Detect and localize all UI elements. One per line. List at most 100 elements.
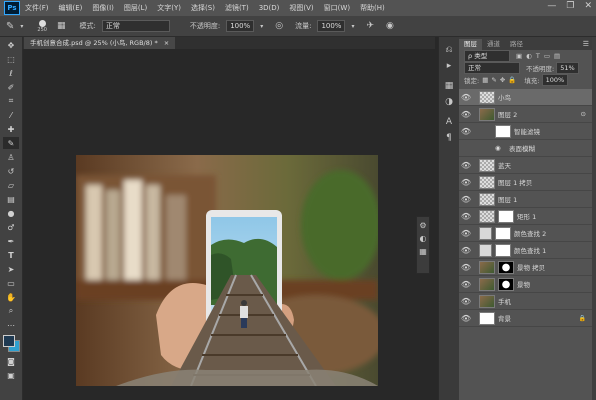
minimize-button[interactable]: — <box>547 1 556 11</box>
menu-image[interactable]: 图像(I) <box>92 3 114 13</box>
flow-input[interactable]: 100% <box>317 20 346 32</box>
visibility-eye-icon[interactable]: 👁 <box>459 212 473 221</box>
visibility-eye-icon[interactable]: 👁 <box>459 229 473 238</box>
pressure-opacity-icon[interactable]: ◎ <box>275 21 283 31</box>
tab-channels[interactable]: 通道 <box>482 39 505 50</box>
layer-name[interactable]: 图层 1 <box>498 194 517 204</box>
paragraph-icon[interactable]: ¶ <box>439 133 459 143</box>
foreground-color-swatch[interactable] <box>3 335 15 347</box>
gradient-tool-icon[interactable]: ▤ <box>3 193 19 205</box>
menu-window[interactable]: 窗口(W) <box>324 3 350 13</box>
brush-tool-icon[interactable]: ✎ <box>6 21 14 32</box>
libraries-icon[interactable]: ▦ <box>417 247 429 256</box>
menu-layer[interactable]: 图层(L) <box>124 3 147 13</box>
filter-shape-icon[interactable]: ▭ <box>544 52 550 60</box>
hand-tool-icon[interactable]: ✋ <box>3 291 19 303</box>
lock-pixels-icon[interactable]: ▦ <box>482 76 488 84</box>
menu-filter[interactable]: 滤镜(T) <box>225 3 249 13</box>
flow-dropdown-icon[interactable]: ▾ <box>351 23 354 30</box>
color-icon[interactable]: ◑ <box>439 97 459 107</box>
layer-row[interactable]: 👁 颜色查找 1 <box>459 242 596 259</box>
clone-stamp-tool-icon[interactable]: ♙ <box>3 151 19 163</box>
visibility-eye-icon[interactable]: 👁 <box>459 263 473 272</box>
layer-name[interactable]: 表面模糊 <box>509 143 535 153</box>
canvas-image[interactable] <box>76 155 378 386</box>
layer-row[interactable]: 👁 小鸟 <box>459 89 596 106</box>
layer-row[interactable]: 👁 背景 🔒 <box>459 310 596 327</box>
properties-icon[interactable]: ⚙ <box>417 221 429 230</box>
layer-thumbnail[interactable] <box>479 226 492 240</box>
layers-scrollbar[interactable] <box>592 37 596 400</box>
marquee-tool-icon[interactable]: ⬚ <box>3 53 19 65</box>
layer-thumbnail[interactable] <box>479 209 495 223</box>
visibility-eye-icon[interactable]: 👁 <box>459 297 473 306</box>
menu-type[interactable]: 文字(Y) <box>157 3 181 13</box>
filter-adjust-icon[interactable]: ◐ <box>526 52 532 60</box>
layer-thumbnail[interactable] <box>495 124 511 138</box>
history-icon[interactable]: ⎌ <box>439 45 459 55</box>
eyedropper-tool-icon[interactable]: ⁄ <box>3 109 19 121</box>
panel-menu-icon[interactable]: ☰ <box>583 40 589 48</box>
layer-name[interactable]: 蓝天 <box>498 160 511 170</box>
adjustments-icon[interactable]: ◐ <box>417 234 429 243</box>
filter-pixel-icon[interactable]: ▣ <box>516 52 522 60</box>
menu-edit[interactable]: 编辑(E) <box>59 3 83 13</box>
screen-mode-icon[interactable]: ▣ <box>3 369 19 381</box>
menu-view[interactable]: 视图(V) <box>289 3 313 13</box>
zoom-tool-icon[interactable]: ⌕ <box>3 305 19 317</box>
document-close-button[interactable]: × <box>164 39 169 47</box>
layer-thumbnail[interactable] <box>479 107 495 121</box>
layer-name[interactable]: 图层 2 <box>498 109 517 119</box>
menu-file[interactable]: 文件(F) <box>25 3 49 13</box>
lock-all-icon[interactable]: 🔒 <box>508 76 516 84</box>
visibility-eye-icon[interactable]: 👁 <box>459 178 473 187</box>
color-swatches[interactable] <box>2 334 20 352</box>
visibility-eye-icon[interactable]: 👁 <box>459 246 473 255</box>
blend-mode-select[interactable]: 正常 <box>464 62 520 74</box>
layer-name[interactable]: 矩形 1 <box>517 211 536 221</box>
layer-mask-thumbnail[interactable] <box>498 277 514 291</box>
shape-tool-icon[interactable]: ▭ <box>3 277 19 289</box>
move-tool-icon[interactable]: ✥ <box>3 39 19 51</box>
lock-move-icon[interactable]: ✥ <box>500 76 505 84</box>
layer-name[interactable]: 颜色查找 1 <box>514 245 546 255</box>
actions-icon[interactable]: ▸ <box>439 61 459 71</box>
visibility-eye-icon[interactable]: 👁 <box>459 280 473 289</box>
layer-thumbnail[interactable] <box>479 90 495 104</box>
layer-thumbnail[interactable] <box>479 260 495 274</box>
layer-row[interactable]: 👁 手机 <box>459 293 596 310</box>
layer-thumbnail[interactable] <box>479 294 495 308</box>
layer-row[interactable]: 👁 颜色查找 2 <box>459 225 596 242</box>
visibility-eye-icon[interactable]: 👁 <box>459 110 473 119</box>
layer-row[interactable]: 👁 图层 2 ⊙ <box>459 106 596 123</box>
filter-smart-icon[interactable]: ▤ <box>554 52 560 60</box>
brush-tool-icon[interactable]: ✎ <box>3 137 19 149</box>
layer-thumbnail[interactable] <box>479 192 495 206</box>
layer-thumbnail[interactable] <box>479 311 495 325</box>
layer-row[interactable]: 👁 景物 拷贝 <box>459 259 596 276</box>
layer-row[interactable]: 👁 矩形 1 <box>459 208 596 225</box>
visibility-eye-icon[interactable]: 👁 <box>459 314 473 323</box>
brush-preset-picker[interactable]: 250 <box>37 19 47 33</box>
pressure-size-icon[interactable]: ◉ <box>386 21 394 31</box>
layer-name[interactable]: 智能滤镜 <box>514 126 540 136</box>
quick-mask-icon[interactable]: ◙ <box>3 355 19 367</box>
layer-row[interactable]: 👁 蓝天 <box>459 157 596 174</box>
layer-name[interactable]: 图层 1 拷贝 <box>498 177 532 187</box>
visibility-eye-icon[interactable]: 👁 <box>459 127 473 136</box>
opacity-dropdown-icon[interactable]: ▾ <box>260 23 263 30</box>
airbrush-icon[interactable]: ✈ <box>366 21 374 31</box>
layer-name[interactable]: 颜色查找 2 <box>514 228 546 238</box>
layer-mask-thumbnail[interactable] <box>495 226 511 240</box>
document-tab[interactable]: 手机创意合成.psd @ 25% (小鸟, RGB/8) * × <box>24 37 176 49</box>
filter-type-icon[interactable]: T <box>536 52 540 60</box>
maximize-button[interactable]: ❐ <box>566 1 574 11</box>
layer-row[interactable]: 👁 图层 1 <box>459 191 596 208</box>
smart-object-icon[interactable]: ⊙ <box>581 110 586 118</box>
layer-mask-thumbnail[interactable] <box>498 209 514 223</box>
healing-brush-tool-icon[interactable]: ✚ <box>3 123 19 135</box>
layer-row[interactable]: 👁 图层 1 拷贝 <box>459 174 596 191</box>
visibility-eye-icon[interactable]: 👁 <box>459 93 473 102</box>
layer-row[interactable]: ◉ 表面模糊 <box>459 140 596 157</box>
menu-help[interactable]: 帮助(H) <box>360 3 385 13</box>
